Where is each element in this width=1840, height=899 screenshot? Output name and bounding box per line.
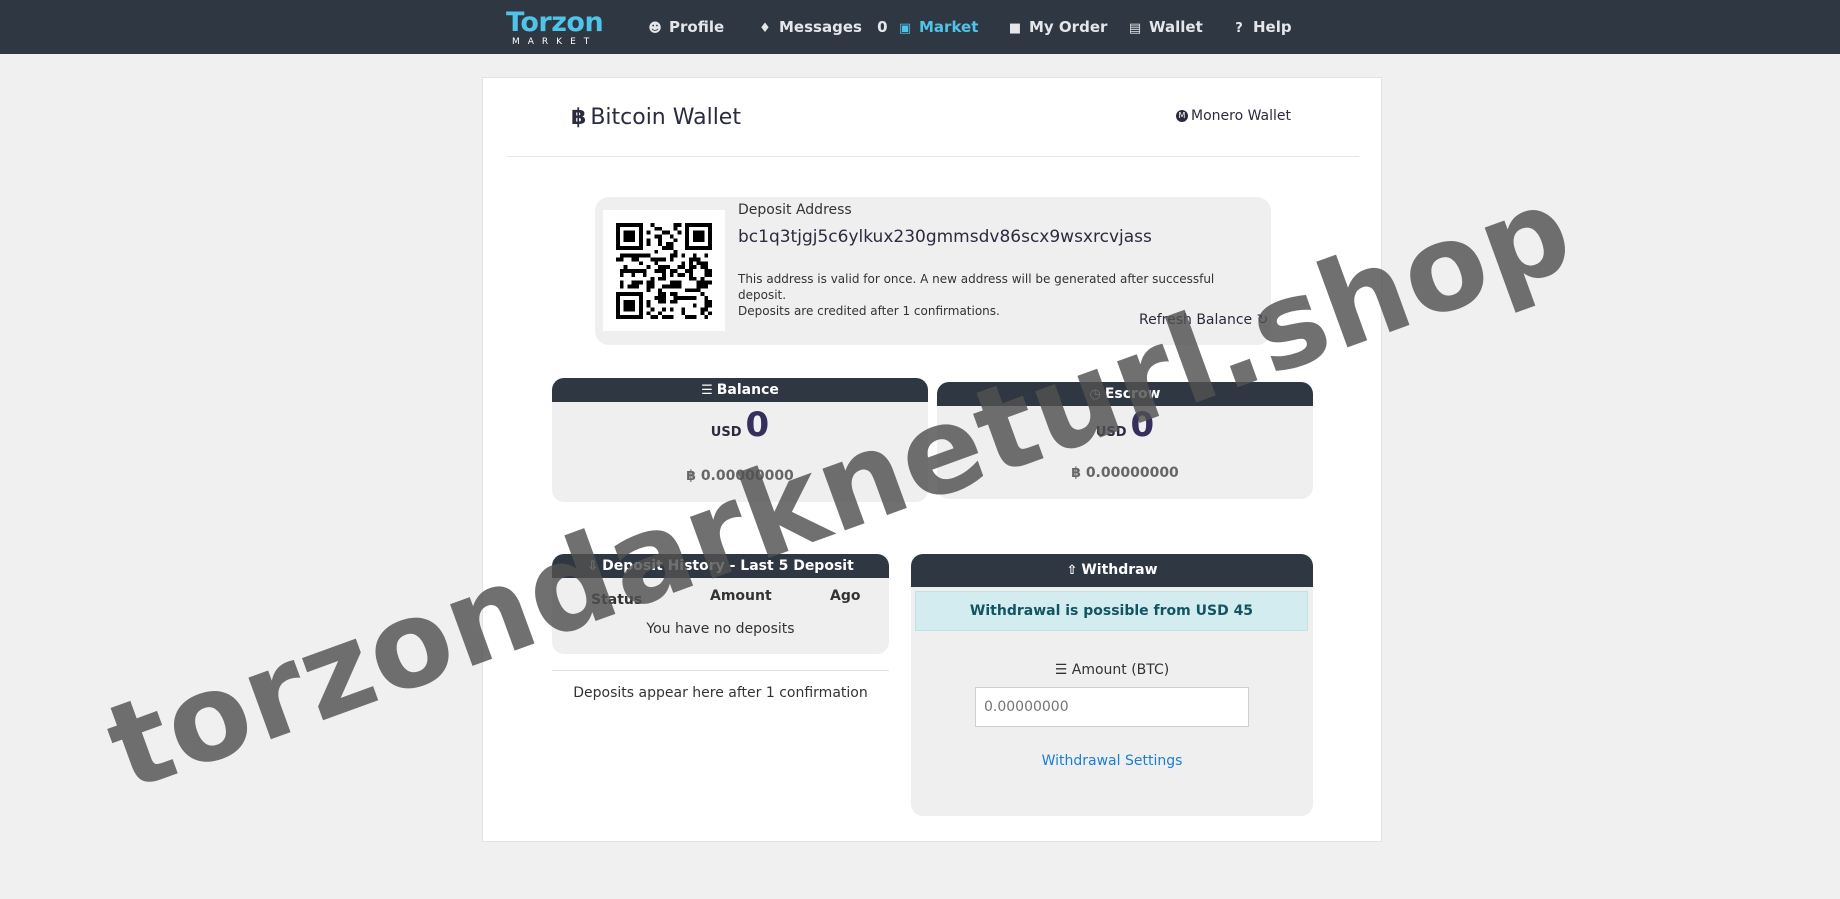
messages-count: 0 (877, 18, 888, 36)
escrow-usd-label: USD (1095, 425, 1127, 440)
escrow-header: ◷ Escrow (937, 382, 1313, 406)
wallet-icon: ▤ (1128, 21, 1142, 36)
escrow-btc: ฿ 0.00000000 (937, 465, 1313, 481)
monero-icon: M (1176, 110, 1188, 122)
monero-wallet-link[interactable]: M Monero Wallet (1176, 108, 1291, 124)
balance-btc: ฿ 0.00000000 (552, 468, 928, 484)
torzon-logo[interactable]: Torzon MARKET (506, 8, 606, 48)
withdraw-panel: ⇧ Withdraw Withdrawal is possible from US… (911, 554, 1313, 816)
balance-panel: ☰ Balance USD 0 ฿ 0.00000000 (552, 378, 928, 502)
monero-wallet-label: Monero Wallet (1191, 108, 1292, 124)
escrow-usd-value: 0 (1130, 405, 1155, 445)
balance-usd-label: USD (710, 425, 742, 440)
deposit-history-footer: Deposits appear here after 1 confirmatio… (573, 685, 868, 701)
bag-icon: ■ (1008, 21, 1022, 36)
nav-wallet[interactable]: ▤ Wallet (1127, 0, 1203, 54)
logo-subtitle: MARKET (512, 37, 598, 47)
deposit-history-panel: ⇩ Deposit History - Last 5 Deposit Status… (552, 554, 889, 654)
qr-code-icon (616, 223, 712, 319)
bitcoin-icon: ฿ (686, 468, 701, 484)
nav-my-order-label: My Order (1029, 18, 1108, 36)
wallet-card: ฿ Bitcoin Wallet M Monero Wallet Deposit A… (482, 77, 1382, 842)
nav-market[interactable]: ▣ Market (897, 0, 979, 54)
deposit-note-line1: This address is valid for once. A new ad… (738, 272, 1215, 302)
nav-market-label: Market (919, 18, 979, 36)
nav-messages-label: Messages (779, 18, 862, 36)
bitcoin-icon: ฿ (1071, 465, 1086, 481)
header-divider (507, 156, 1359, 157)
deposit-history-header: ⇩ Deposit History - Last 5 Deposit (552, 554, 889, 578)
escrow-btc-value: 0.00000000 (1085, 465, 1179, 481)
refresh-balance-button[interactable]: Refresh Balance ↻ (1139, 312, 1268, 328)
history-divider (552, 670, 889, 671)
nav-profile-label: Profile (669, 18, 725, 36)
empty-deposits-message: You have no deposits (646, 621, 795, 637)
page-title-text: Bitcoin Wallet (590, 105, 741, 130)
withdraw-title: Withdraw (1081, 562, 1158, 578)
nav-help[interactable]: ? Help (1231, 0, 1292, 54)
question-icon: ? (1235, 21, 1243, 36)
balance-title: Balance (716, 382, 779, 398)
nav-wallet-label: Wallet (1149, 18, 1203, 36)
user-icon: ☻ (648, 21, 662, 36)
bell-icon: ♦ (759, 21, 771, 36)
deposit-history-title: Deposit History - Last 5 Deposit (602, 558, 854, 574)
nav-my-order[interactable]: ■ My Order (1007, 0, 1108, 54)
deposit-qr-code (603, 210, 725, 331)
escrow-title: Escrow (1104, 386, 1161, 402)
nav-messages[interactable]: ♦ Messages 0 (757, 0, 888, 54)
balance-usd-value: 0 (745, 405, 770, 445)
coins-icon: ☰ (1054, 662, 1072, 678)
balance-usd: USD 0 (552, 405, 928, 445)
deposit-address-label: Deposit Address (738, 202, 852, 218)
arrow-down-circle-icon: ⇩ (587, 559, 599, 574)
nav-profile[interactable]: ☻ Profile (647, 0, 724, 54)
deposit-address-box: Deposit Address bc1q3tjgj5c6ylkux230gmms… (595, 197, 1271, 345)
escrow-panel: ◷ Escrow USD 0 ฿ 0.00000000 (937, 382, 1313, 499)
nav-help-label: Help (1253, 18, 1292, 36)
col-amount: Amount (710, 588, 772, 604)
balance-btc-value: 0.00000000 (700, 468, 794, 484)
escrow-usd: USD 0 (937, 405, 1313, 445)
withdraw-header: ⇧ Withdraw (911, 554, 1313, 587)
balance-header: ☰ Balance (552, 378, 928, 402)
amount-btc-input[interactable] (975, 687, 1249, 727)
col-status: Status (591, 592, 643, 608)
logo-wordmark: Torzon (506, 7, 604, 38)
withdrawal-settings-link[interactable]: Withdrawal Settings (911, 753, 1313, 769)
coins-icon: ☰ (701, 383, 713, 398)
deposit-address-value[interactable]: bc1q3tjgj5c6ylkux230gmmsdv86scx9wsxrcvja… (738, 227, 1152, 247)
clock-icon: ◷ (1089, 387, 1101, 402)
col-ago: Ago (830, 588, 861, 604)
store-icon: ▣ (898, 21, 912, 36)
withdraw-minimum-alert: Withdrawal is possible from USD 45 (915, 591, 1308, 631)
arrow-up-circle-icon: ⇧ (1066, 563, 1078, 578)
top-navbar: Torzon MARKET ☻ Profile ♦ Messages 0 ▣ Mark… (0, 0, 1840, 54)
bitcoin-icon: ฿ (571, 105, 587, 130)
page-title: ฿ Bitcoin Wallet (571, 105, 741, 130)
amount-label-text: Amount (BTC) (1071, 662, 1170, 678)
amount-label: ☰ Amount (BTC) (911, 662, 1313, 678)
